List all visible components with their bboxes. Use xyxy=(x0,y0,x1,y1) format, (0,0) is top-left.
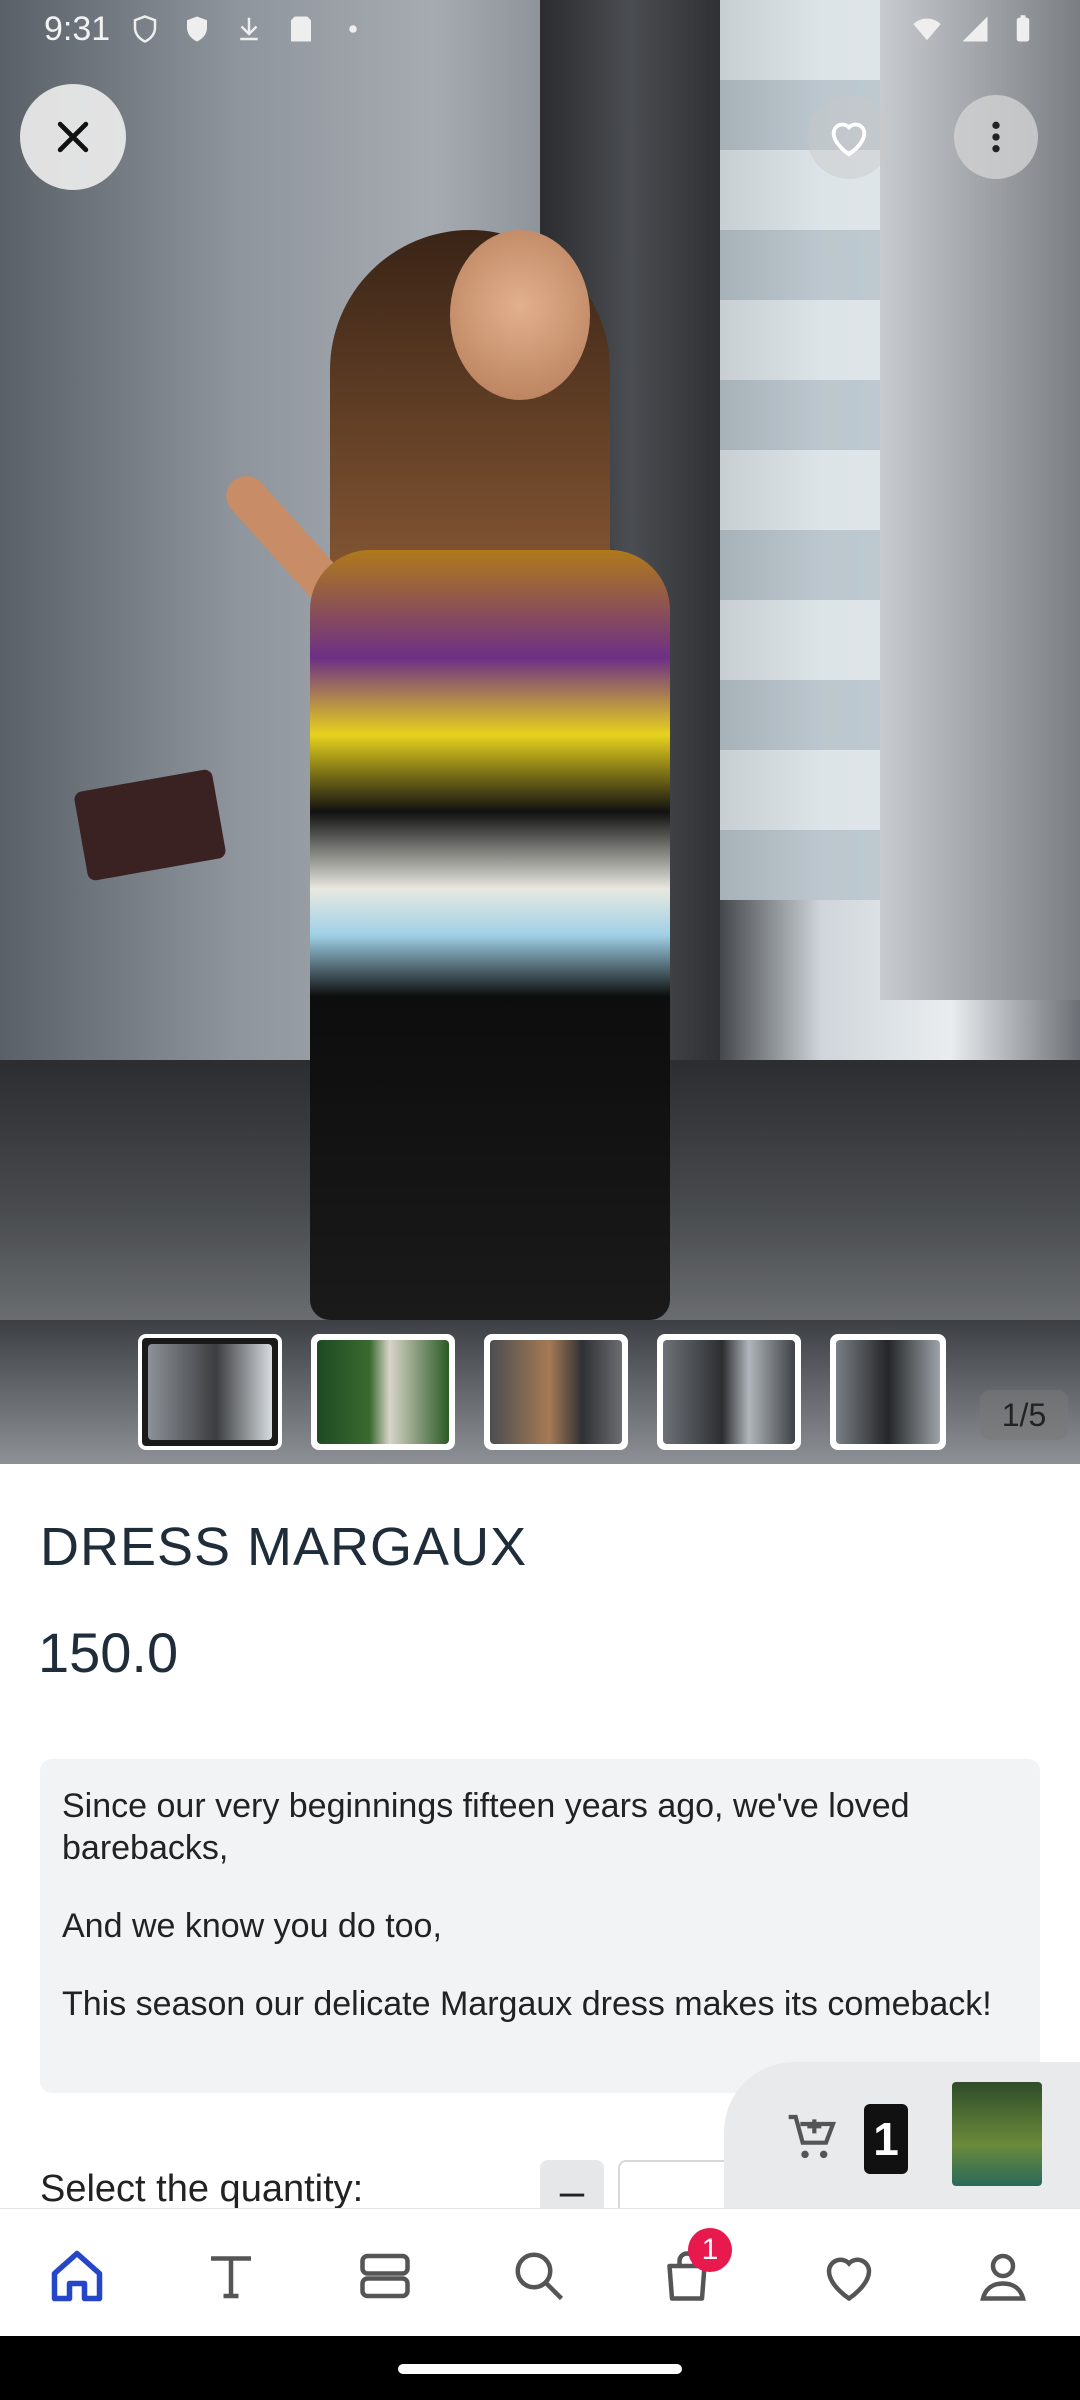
image-counter: 1/5 xyxy=(980,1390,1068,1440)
description-paragraph-1: Since our very beginnings fifteen years … xyxy=(62,1787,910,1867)
thumbnail-image xyxy=(317,1340,449,1444)
thumbnail-image xyxy=(836,1340,940,1444)
thumbnail-1[interactable] xyxy=(138,1334,282,1450)
mini-cart-count: 1 xyxy=(864,2104,908,2174)
status-bar: 9:31 xyxy=(0,0,1080,60)
nav-catalog[interactable] xyxy=(340,2231,430,2321)
favorite-button[interactable] xyxy=(807,95,891,179)
shield-filled-icon xyxy=(187,16,207,42)
mini-cart[interactable]: 1 xyxy=(724,2062,1080,2212)
sd-card-icon xyxy=(291,16,311,42)
thumbnail-strip[interactable] xyxy=(0,1320,1080,1464)
thumbnail-2[interactable] xyxy=(311,1334,455,1450)
dot-icon xyxy=(349,25,357,33)
status-time: 9:31 xyxy=(44,10,111,48)
thumbnail-image xyxy=(663,1340,795,1444)
signal-icon xyxy=(962,16,988,42)
description-paragraph-2: And we know you do too, xyxy=(62,1907,442,1945)
heart-icon xyxy=(826,2257,872,2302)
wifi-icon xyxy=(913,18,941,41)
model-dress xyxy=(310,550,670,1320)
search-icon xyxy=(515,2252,564,2301)
status-icons-right xyxy=(912,14,1038,44)
thumbnail-4[interactable] xyxy=(657,1334,801,1450)
thumbnail-image xyxy=(148,1344,272,1440)
cart-badge: 1 xyxy=(688,2228,732,2272)
thumbnail-image xyxy=(490,1340,622,1444)
battery-icon xyxy=(1016,15,1030,42)
home-icon xyxy=(51,2250,103,2302)
quantity-label: Select the quantity: xyxy=(40,2168,364,2210)
download-icon xyxy=(240,17,258,41)
model-clutch xyxy=(73,768,227,882)
more-options-button[interactable] xyxy=(954,95,1038,179)
nav-home[interactable] xyxy=(32,2231,122,2321)
heart-outline-icon xyxy=(831,122,867,157)
nav-text[interactable] xyxy=(186,2231,276,2321)
model-figure xyxy=(73,220,710,1320)
product-description: Since our very beginnings fifteen years … xyxy=(40,1759,1040,2093)
product-title: DRESS MARGAUX xyxy=(40,1517,528,1577)
nav-wishlist[interactable] xyxy=(804,2231,894,2321)
close-button[interactable] xyxy=(20,84,126,190)
model-head xyxy=(450,230,590,400)
product-image[interactable] xyxy=(0,0,1080,1320)
add-to-cart-icon xyxy=(788,2114,837,2159)
text-icon xyxy=(211,2256,251,2299)
thumbnail-5[interactable] xyxy=(830,1334,946,1450)
nav-search[interactable] xyxy=(494,2231,584,2321)
close-icon xyxy=(57,121,89,153)
status-icons-left xyxy=(130,14,368,44)
thumbnail-3[interactable] xyxy=(484,1334,628,1450)
nav-account[interactable] xyxy=(958,2231,1048,2321)
user-icon xyxy=(980,2253,1026,2301)
catalog-icon xyxy=(360,2253,410,2299)
mini-cart-product-thumbnail xyxy=(952,2082,1042,2186)
bottom-navigation xyxy=(0,2208,1080,2337)
shield-icon xyxy=(133,15,157,43)
product-price: 150.0 xyxy=(38,1621,179,1684)
home-gesture-bar[interactable] xyxy=(398,2364,682,2374)
description-paragraph-3: This season our delicate Margaux dress m… xyxy=(62,1985,992,2023)
more-vertical-icon xyxy=(992,121,1000,153)
